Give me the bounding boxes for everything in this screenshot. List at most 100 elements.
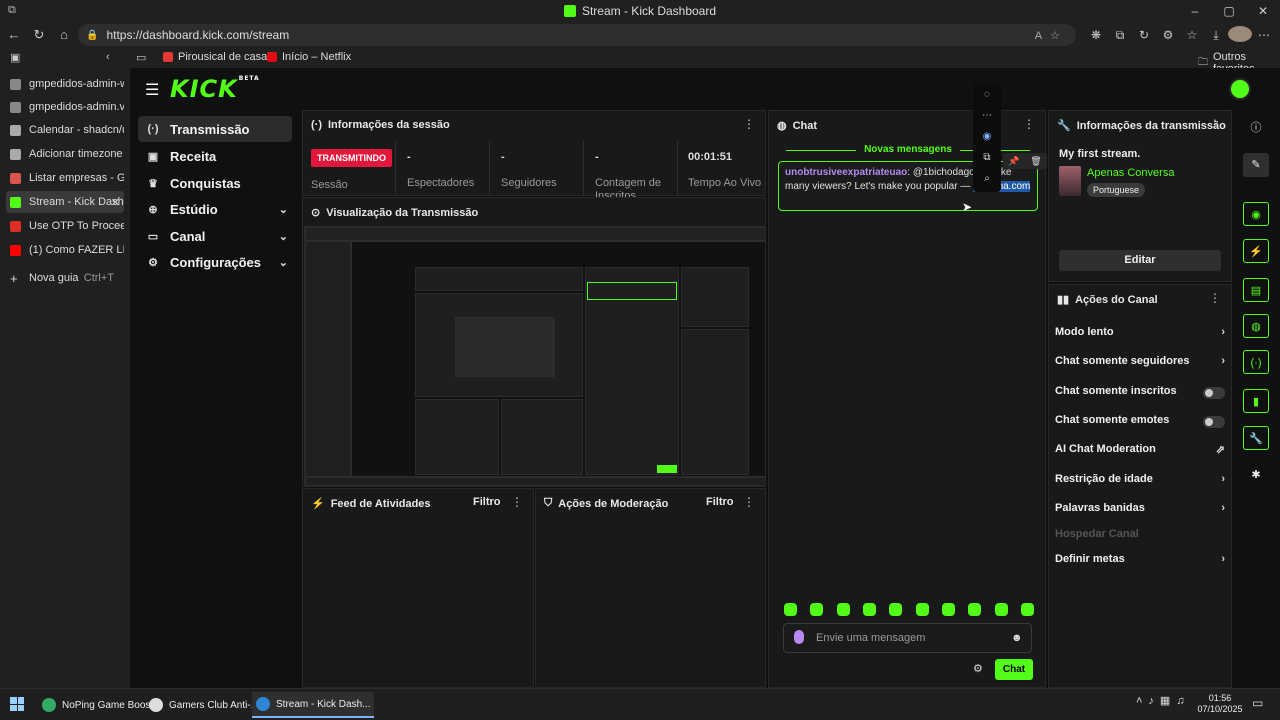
session-toggle-icon[interactable]: ▤ bbox=[1243, 278, 1269, 302]
preview-toggle-icon[interactable]: ◉ bbox=[1243, 202, 1269, 226]
split-icon[interactable]: ⚙ bbox=[1156, 28, 1180, 42]
favorites-icon[interactable]: ☆ bbox=[1180, 28, 1204, 42]
broadcast-toggle-icon[interactable]: (·) bbox=[1243, 350, 1269, 374]
emote-icon[interactable] bbox=[994, 603, 1008, 616]
nav-conquistas[interactable]: ♛ Conquistas bbox=[138, 170, 292, 196]
refresh-icon[interactable]: ↻ bbox=[28, 24, 50, 46]
search-icon[interactable]: ⌕ bbox=[973, 168, 1001, 189]
browser-tab[interactable]: gmpedidos-admin-web bbox=[6, 73, 124, 95]
browser-tab-active[interactable]: Stream - Kick Dashbo✕ bbox=[6, 191, 124, 213]
extensions-icon[interactable]: ⧉ bbox=[1108, 28, 1132, 43]
tab-actions-icon[interactable]: ▭ bbox=[136, 51, 146, 64]
read-aloud-icon[interactable]: A☆ bbox=[1035, 29, 1068, 42]
emote-icon[interactable] bbox=[1020, 603, 1034, 616]
address-bar[interactable]: 🔒 https://dashboard.kick.com/stream A☆ bbox=[78, 24, 1076, 46]
kebab-menu-icon[interactable]: ⋮ bbox=[511, 495, 523, 509]
action-followers-only[interactable]: Chat somente seguidores › bbox=[1055, 355, 1225, 373]
emote-icon[interactable] bbox=[836, 603, 850, 616]
taskbar-app[interactable]: Gamers Club Anti-... bbox=[145, 692, 263, 718]
collapse-tabs-icon[interactable]: ‹ bbox=[106, 51, 110, 63]
copilot-icon[interactable]: ◉ bbox=[1276, 28, 1280, 42]
kick-logo[interactable]: KICKBETA bbox=[170, 75, 260, 103]
clock[interactable]: 01:56 07/10/2025 bbox=[1196, 693, 1244, 715]
moderation-filter-button[interactable]: Filtro bbox=[706, 496, 734, 508]
system-tray[interactable]: ˄♪▦♫ bbox=[1136, 694, 1191, 707]
hide-icon[interactable]: ◌ bbox=[973, 84, 1001, 105]
copy-icon[interactable]: ⧉ bbox=[973, 147, 1001, 168]
close-window-icon[interactable]: ✕ bbox=[1246, 0, 1280, 22]
bookmark-item[interactable]: Início – Netflix bbox=[267, 51, 351, 63]
nav-configuracoes[interactable]: ⚙ Configurações ⌄ bbox=[138, 249, 292, 275]
copilot-icon[interactable]: ◉ bbox=[973, 126, 1001, 147]
add-widget-icon[interactable]: ✱ bbox=[1243, 463, 1269, 487]
stream-preview-video[interactable] bbox=[304, 226, 766, 486]
action-ai-moderation[interactable]: AI Chat Moderation ⇗ bbox=[1055, 443, 1225, 461]
kebab-menu-icon[interactable]: ⋮ bbox=[1209, 291, 1221, 305]
emote-icon[interactable] bbox=[810, 603, 824, 616]
pencil-icon[interactable]: ✎ bbox=[1243, 153, 1269, 177]
nav-canal[interactable]: ▭ Canal ⌄ bbox=[138, 223, 292, 249]
more-icon[interactable]: ⋯ bbox=[1252, 28, 1276, 42]
lock-icon[interactable]: 🔒 bbox=[86, 30, 98, 41]
sync-icon[interactable]: ↻ bbox=[1132, 28, 1156, 42]
taskbar-app[interactable]: NoPing Game Boos... bbox=[38, 692, 163, 718]
pin-icon[interactable]: 📌 bbox=[1003, 153, 1025, 169]
menu-icon[interactable]: ☰ bbox=[145, 80, 159, 100]
new-tab[interactable]: + Nova guia Ctrl+T bbox=[6, 267, 124, 289]
info-icon[interactable]: ⓘ bbox=[1243, 116, 1269, 140]
browser-tab[interactable]: (1) Como FAZER LIVE na bbox=[6, 239, 124, 261]
home-icon[interactable]: ⌂ bbox=[53, 24, 75, 46]
emote-icon[interactable] bbox=[941, 603, 955, 616]
notifications-icon[interactable]: ▭ bbox=[1252, 696, 1263, 710]
wrench-toggle-icon[interactable]: 🔧 bbox=[1243, 426, 1269, 450]
kebab-menu-icon[interactable]: ⋮ bbox=[1023, 117, 1035, 131]
emote-icon[interactable] bbox=[784, 603, 797, 616]
maximize-icon[interactable]: ▢ bbox=[1212, 0, 1246, 22]
chat-send-button[interactable]: Chat bbox=[995, 659, 1033, 680]
nav-transmissao[interactable]: (·) Transmissão bbox=[138, 116, 292, 142]
browser-tab[interactable]: Calendar - shadcn/ui bbox=[6, 119, 124, 141]
more-icon[interactable]: ⋯ bbox=[973, 105, 1001, 126]
kebab-menu-icon[interactable]: ⋮ bbox=[743, 495, 755, 509]
edit-button[interactable]: Editar bbox=[1059, 250, 1221, 271]
close-tab-icon[interactable]: ✕ bbox=[111, 196, 120, 209]
back-icon[interactable]: ← bbox=[3, 24, 25, 46]
windows-start-icon[interactable] bbox=[10, 697, 24, 711]
profile-avatar[interactable] bbox=[1228, 25, 1252, 45]
emoji-icon[interactable]: ☻ bbox=[1011, 632, 1023, 644]
workspaces-icon[interactable]: ⧉ bbox=[8, 4, 16, 17]
minimize-icon[interactable]: – bbox=[1178, 0, 1212, 22]
chat-toggle-icon[interactable]: ◍ bbox=[1243, 314, 1269, 338]
action-age-restriction[interactable]: Restrição de idade › bbox=[1055, 473, 1225, 491]
trash-icon[interactable]: 🗑 bbox=[1025, 153, 1047, 169]
action-set-goals[interactable]: Definir metas › bbox=[1055, 553, 1225, 571]
browser-tab[interactable]: gmpedidos-admin.vercel bbox=[6, 96, 124, 118]
bookmark-item[interactable]: Pirousical de casa... bbox=[163, 51, 276, 63]
action-slow-mode[interactable]: Modo lento › bbox=[1055, 326, 1225, 344]
emote-icon[interactable] bbox=[889, 603, 903, 616]
chat-username[interactable]: unobtrusiveexpatriateuao bbox=[785, 167, 907, 178]
feed-filter-button[interactable]: Filtro bbox=[473, 496, 501, 508]
category-name[interactable]: Apenas Conversa bbox=[1087, 167, 1174, 179]
kebab-menu-icon[interactable]: ⋮ bbox=[1209, 117, 1221, 131]
sidebar-toggle-icon[interactable]: ▣ bbox=[10, 51, 20, 64]
microphone-icon[interactable] bbox=[794, 630, 804, 644]
feed-toggle-icon[interactable]: ⚡ bbox=[1243, 239, 1269, 263]
browser-tab[interactable]: Adicionar timezone auto bbox=[6, 143, 124, 165]
action-banned-words[interactable]: Palavras banidas › bbox=[1055, 502, 1225, 520]
nav-estudio[interactable]: ⊕ Estúdio ⌄ bbox=[138, 196, 292, 222]
emote-icon[interactable] bbox=[968, 603, 982, 616]
kebab-menu-icon[interactable]: ⋮ bbox=[743, 117, 755, 131]
emotes-only-toggle[interactable] bbox=[1203, 416, 1225, 428]
browser-tab[interactable]: Use OTP To Proceed - ci bbox=[6, 215, 124, 237]
actions-toggle-icon[interactable]: ▮ bbox=[1243, 389, 1269, 413]
chat-input[interactable]: Envie uma mensagem bbox=[783, 623, 1032, 653]
nav-receita[interactable]: ▣ Receita bbox=[138, 143, 292, 169]
browser-tab[interactable]: Listar empresas - GMPed bbox=[6, 167, 124, 189]
emote-icon[interactable] bbox=[915, 603, 929, 616]
chat-settings-icon[interactable]: ⚙ bbox=[973, 662, 983, 675]
emote-icon[interactable] bbox=[862, 603, 876, 616]
extension-icon[interactable]: ❋ bbox=[1084, 28, 1108, 42]
downloads-icon[interactable]: ⤓ bbox=[1204, 28, 1228, 43]
user-avatar[interactable] bbox=[1229, 78, 1251, 100]
